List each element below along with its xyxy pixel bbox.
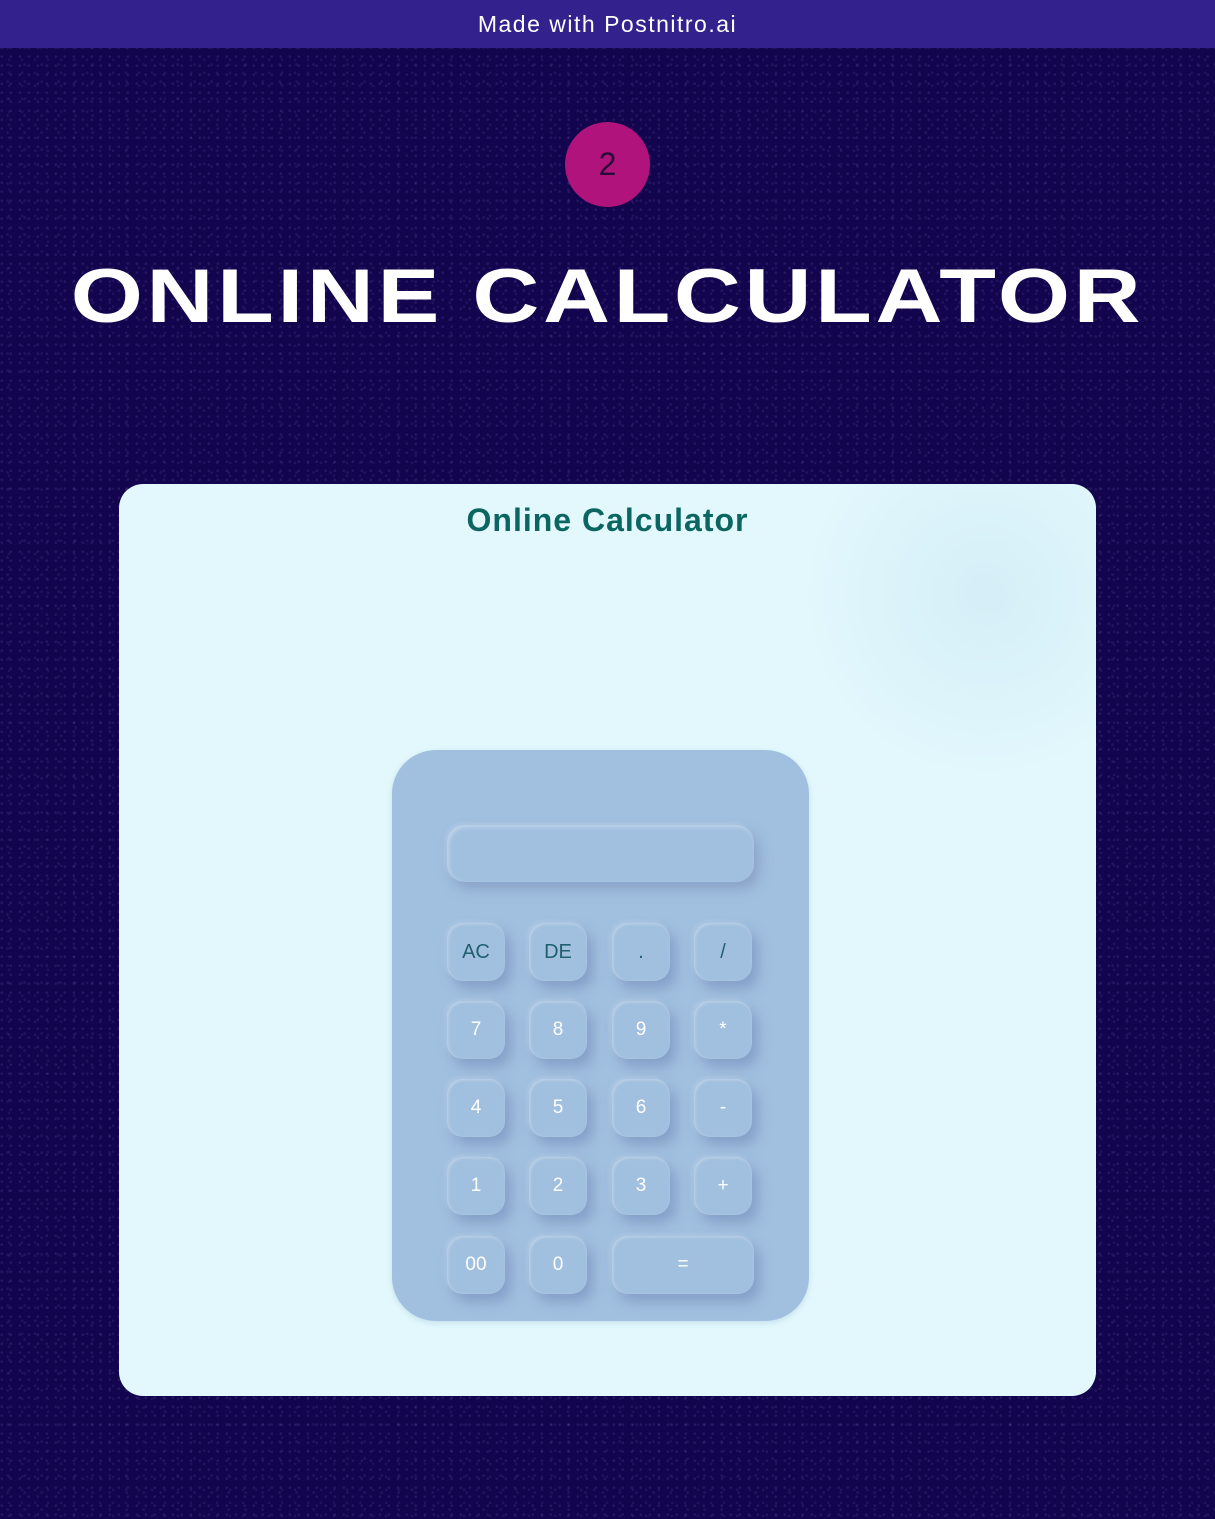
multiply-button[interactable]: * [694, 1001, 752, 1059]
digit-0-button[interactable]: 0 [529, 1236, 587, 1294]
double-zero-button[interactable]: 00 [447, 1236, 505, 1294]
digit-2-button[interactable]: 2 [529, 1157, 587, 1215]
digit-3-button[interactable]: 3 [612, 1157, 670, 1215]
digit-6-button[interactable]: 6 [612, 1079, 670, 1137]
add-button[interactable]: + [694, 1157, 752, 1215]
card-title: Online Calculator [466, 502, 749, 538]
step-number-badge: 2 [565, 122, 650, 207]
equals-button[interactable]: = [612, 1236, 754, 1294]
page-title: ONLINE CALCULATOR [70, 254, 1145, 339]
delete-button[interactable]: DE [529, 923, 587, 981]
step-number: 2 [598, 146, 617, 182]
calculator-body: AC DE . / 7 8 9 * 4 5 6 - 1 2 3 + 00 0 = [392, 750, 809, 1321]
digit-8-button[interactable]: 8 [529, 1001, 587, 1059]
decimal-point-button[interactable]: . [612, 923, 670, 981]
calculator-display[interactable] [447, 825, 754, 882]
clear-all-button[interactable]: AC [447, 923, 505, 981]
subtract-button[interactable]: - [694, 1079, 752, 1137]
digit-1-button[interactable]: 1 [447, 1157, 505, 1215]
digit-5-button[interactable]: 5 [529, 1079, 587, 1137]
calculator-card: Online Calculator AC DE . / 7 8 9 * 4 5 … [119, 484, 1096, 1396]
postnitro-banner: Made with Postnitro.ai [0, 0, 1215, 48]
digit-7-button[interactable]: 7 [447, 1001, 505, 1059]
digit-9-button[interactable]: 9 [612, 1001, 670, 1059]
digit-4-button[interactable]: 4 [447, 1079, 505, 1137]
divide-button[interactable]: / [694, 923, 752, 981]
banner-text: Made with Postnitro.ai [477, 10, 738, 37]
